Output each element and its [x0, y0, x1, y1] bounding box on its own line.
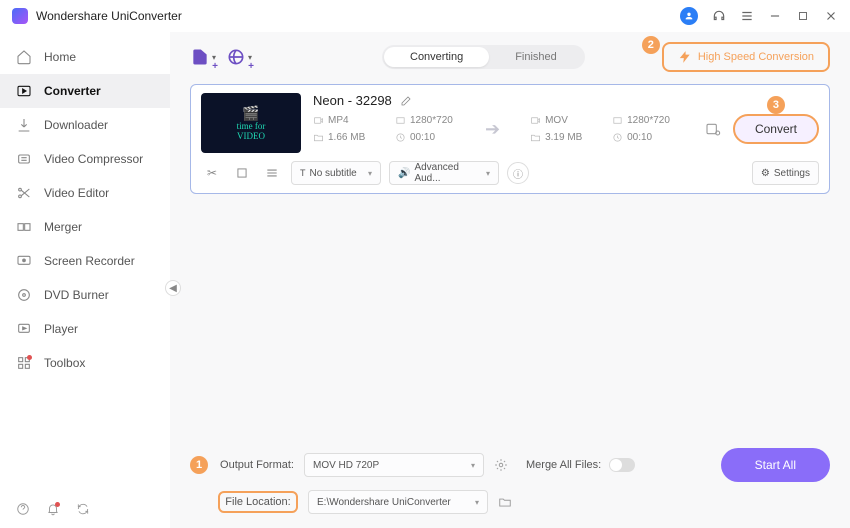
- trim-icon[interactable]: ✂: [201, 162, 223, 184]
- more-icon[interactable]: [261, 162, 283, 184]
- folder-icon: [313, 132, 324, 143]
- help-icon[interactable]: [16, 502, 30, 516]
- merge-icon: [16, 219, 32, 235]
- clapper-icon: 🎬: [242, 105, 259, 122]
- titlebar: Wondershare UniConverter: [0, 0, 850, 32]
- disc-icon: [16, 287, 32, 303]
- output-format-select[interactable]: MOV HD 720P▾: [304, 453, 484, 477]
- arrow-icon: ➔: [485, 119, 500, 140]
- file-location-select[interactable]: E:\Wondershare UniConverter▾: [308, 490, 488, 514]
- record-icon: [16, 253, 32, 269]
- sidebar-item-label: DVD Burner: [44, 288, 109, 302]
- sidebar-item-label: Player: [44, 322, 78, 336]
- subtitle-select[interactable]: TNo subtitle▾: [291, 161, 381, 185]
- rename-icon[interactable]: [400, 95, 412, 107]
- grid-icon: [16, 355, 32, 371]
- bolt-icon: [678, 50, 692, 64]
- sidebar-item-label: Merger: [44, 220, 82, 234]
- tab-finished[interactable]: Finished: [489, 47, 583, 67]
- headset-icon[interactable]: [712, 9, 726, 23]
- sidebar: Home Converter Downloader Video Compress…: [0, 32, 170, 528]
- minimize-icon[interactable]: [768, 9, 782, 23]
- sidebar-item-label: Toolbox: [44, 356, 85, 370]
- sidebar-item-label: Video Compressor: [44, 152, 143, 166]
- convert-button[interactable]: Convert: [733, 114, 819, 144]
- file-name: Neon - 32298: [313, 93, 392, 108]
- sidebar-item-compressor[interactable]: Video Compressor: [0, 142, 170, 176]
- annotation-badge-2: 2: [642, 36, 660, 54]
- bell-icon[interactable]: [46, 502, 60, 516]
- sidebar-footer: [0, 490, 170, 528]
- info-icon[interactable]: ⓘ: [507, 162, 529, 184]
- close-icon[interactable]: [824, 9, 838, 23]
- sidebar-item-label: Screen Recorder: [44, 254, 135, 268]
- sidebar-item-recorder[interactable]: Screen Recorder: [0, 244, 170, 278]
- sidebar-item-label: Converter: [44, 84, 101, 98]
- format-settings-icon[interactable]: [494, 458, 508, 472]
- merge-label: Merge All Files:: [526, 459, 601, 471]
- annotation-badge-1: 1: [190, 456, 208, 474]
- source-meta: MP4 1280*720 1.66 MB 00:10: [313, 115, 455, 143]
- home-icon: [16, 49, 32, 65]
- menu-icon[interactable]: [740, 9, 754, 23]
- video-thumbnail[interactable]: 🎬 time for VIDEO: [201, 93, 301, 153]
- sidebar-item-label: Home: [44, 50, 76, 64]
- play-icon: [16, 321, 32, 337]
- crop-icon[interactable]: [231, 162, 253, 184]
- maximize-icon[interactable]: [796, 9, 810, 23]
- scissors-icon: [16, 185, 32, 201]
- sidebar-item-toolbox[interactable]: Toolbox: [0, 346, 170, 380]
- user-avatar-icon[interactable]: [680, 7, 698, 25]
- converter-icon: [16, 83, 32, 99]
- audio-select[interactable]: 🔊Advanced Aud...▾: [389, 161, 499, 185]
- thumbnail-text: time for VIDEO: [237, 122, 266, 142]
- annotation-badge-3: 3: [767, 96, 785, 114]
- app-title: Wondershare UniConverter: [36, 9, 680, 23]
- sidebar-item-merger[interactable]: Merger: [0, 210, 170, 244]
- sidebar-item-home[interactable]: Home: [0, 40, 170, 74]
- file-location-label: File Location:: [218, 491, 298, 513]
- sidebar-item-player[interactable]: Player: [0, 312, 170, 346]
- sidebar-item-label: Downloader: [44, 118, 108, 132]
- status-tabs: Converting Finished: [382, 45, 585, 69]
- open-folder-icon[interactable]: [498, 495, 512, 509]
- download-icon: [16, 117, 32, 133]
- add-file-button[interactable]: +▾: [190, 44, 216, 70]
- sidebar-item-editor[interactable]: Video Editor: [0, 176, 170, 210]
- bottom-bar: 1 Output Format: MOV HD 720P▾ Merge All …: [190, 438, 830, 528]
- sidebar-item-label: Video Editor: [44, 186, 109, 200]
- sidebar-item-converter[interactable]: Converter: [0, 74, 170, 108]
- compress-icon: [16, 151, 32, 167]
- high-speed-label: High Speed Conversion: [698, 51, 814, 63]
- item-settings-button[interactable]: ⚙Settings: [752, 161, 819, 185]
- add-url-button[interactable]: +▾: [226, 44, 252, 70]
- merge-toggle[interactable]: [609, 458, 635, 472]
- sidebar-item-burner[interactable]: DVD Burner: [0, 278, 170, 312]
- clock-icon: [395, 132, 406, 143]
- target-meta: MOV 1280*720 3.19 MB 00:10: [530, 115, 672, 143]
- video-icon: [313, 115, 324, 126]
- output-format-label: Output Format:: [214, 459, 294, 471]
- sidebar-item-downloader[interactable]: Downloader: [0, 108, 170, 142]
- app-logo-icon: [12, 8, 28, 24]
- refresh-icon[interactable]: [76, 502, 90, 516]
- toolbar: +▾ +▾ Converting Finished 2 High Speed C…: [190, 42, 830, 72]
- start-all-button[interactable]: Start All: [721, 448, 830, 482]
- resolution-icon: [395, 115, 406, 126]
- file-card: 🎬 time for VIDEO Neon - 32298 MP4 1280*7: [190, 84, 830, 194]
- high-speed-toggle[interactable]: 2 High Speed Conversion: [662, 42, 830, 72]
- tab-converting[interactable]: Converting: [384, 47, 489, 67]
- output-settings-icon[interactable]: [705, 121, 721, 137]
